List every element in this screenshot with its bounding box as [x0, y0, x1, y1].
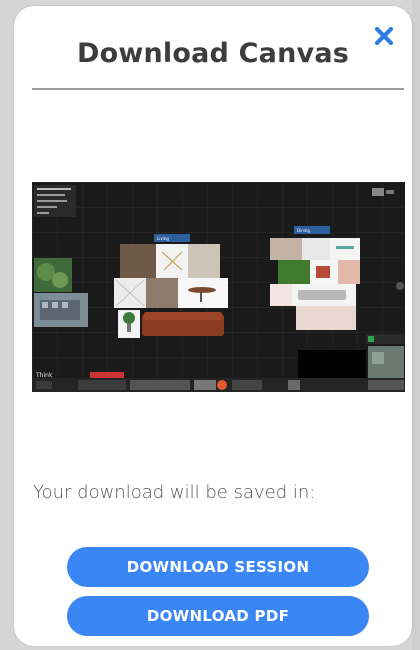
page-scrollbar[interactable]: [412, 0, 420, 650]
living-board-label: Living: [157, 236, 169, 241]
dialog-title: Download Canvas: [76, 38, 350, 69]
dining-board-label: Dining: [297, 228, 310, 233]
download-session-button[interactable]: DOWNLOAD SESSION: [67, 547, 369, 587]
download-canvas-dialog: Download Canvas Think Living Dining Your…: [14, 6, 412, 646]
close-icon[interactable]: [372, 24, 396, 48]
title-divider: [32, 88, 404, 90]
canvas-preview-image: Think Living Dining: [32, 182, 405, 392]
canvas-preview: Think Living Dining: [32, 182, 405, 392]
save-location-text: Your download will be saved in:: [33, 482, 316, 503]
canvas-brand-text: Think: [35, 372, 53, 379]
download-pdf-button[interactable]: DOWNLOAD PDF: [67, 596, 369, 636]
